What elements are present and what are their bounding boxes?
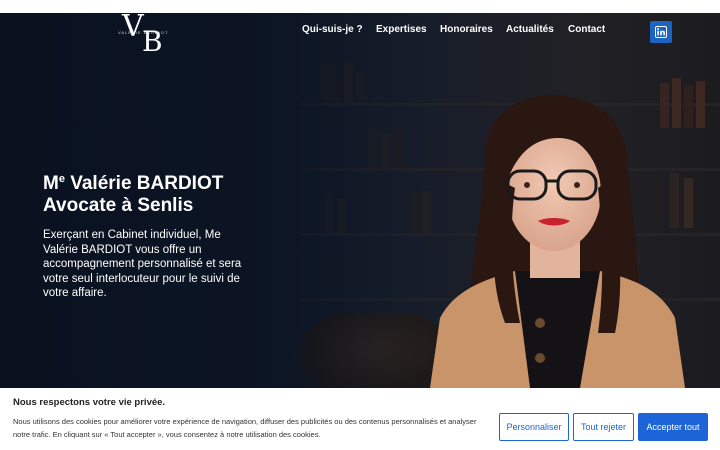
hero-faded-button[interactable]	[48, 318, 110, 329]
cookie-text: Nous utilisons des cookies pour améliore…	[13, 417, 477, 439]
reject-all-button[interactable]: Tout rejeter	[573, 413, 634, 441]
title-prefix: M	[43, 173, 59, 194]
site-logo[interactable]: V B VALÉRIE BARDIOT	[118, 12, 176, 60]
linkedin-button[interactable]	[650, 21, 672, 43]
nav-item-contact[interactable]: Contact	[568, 23, 605, 37]
linkedin-icon	[655, 26, 667, 38]
title-subtitle: Avocate à Senlis	[43, 195, 194, 216]
accept-all-button[interactable]: Accepter tout	[638, 413, 708, 441]
lawyer-portrait	[430, 94, 685, 388]
cookie-title: Nous respectons votre vie privée.	[13, 397, 166, 408]
top-strip	[0, 0, 720, 13]
nav-item-expertises[interactable]: Expertises	[376, 23, 427, 37]
nav-item-qui-suis-je[interactable]: Qui-suis-je ?	[302, 23, 363, 37]
hero-intro: Exerçant en Cabinet individuel, Me Valér…	[43, 229, 242, 299]
hero-title: Me Valérie BARDIOT Avocate à Senlis	[43, 168, 223, 217]
logo-tagline: VALÉRIE BARDIOT	[118, 30, 169, 35]
nav-item-actualites[interactable]: Actualités	[506, 23, 554, 37]
customize-button[interactable]: Personnaliser	[499, 413, 569, 441]
logo-letter-v: V	[122, 9, 144, 44]
nav-item-honoraires[interactable]: Honoraires	[440, 23, 493, 37]
title-name: Valérie BARDIOT	[64, 173, 224, 194]
